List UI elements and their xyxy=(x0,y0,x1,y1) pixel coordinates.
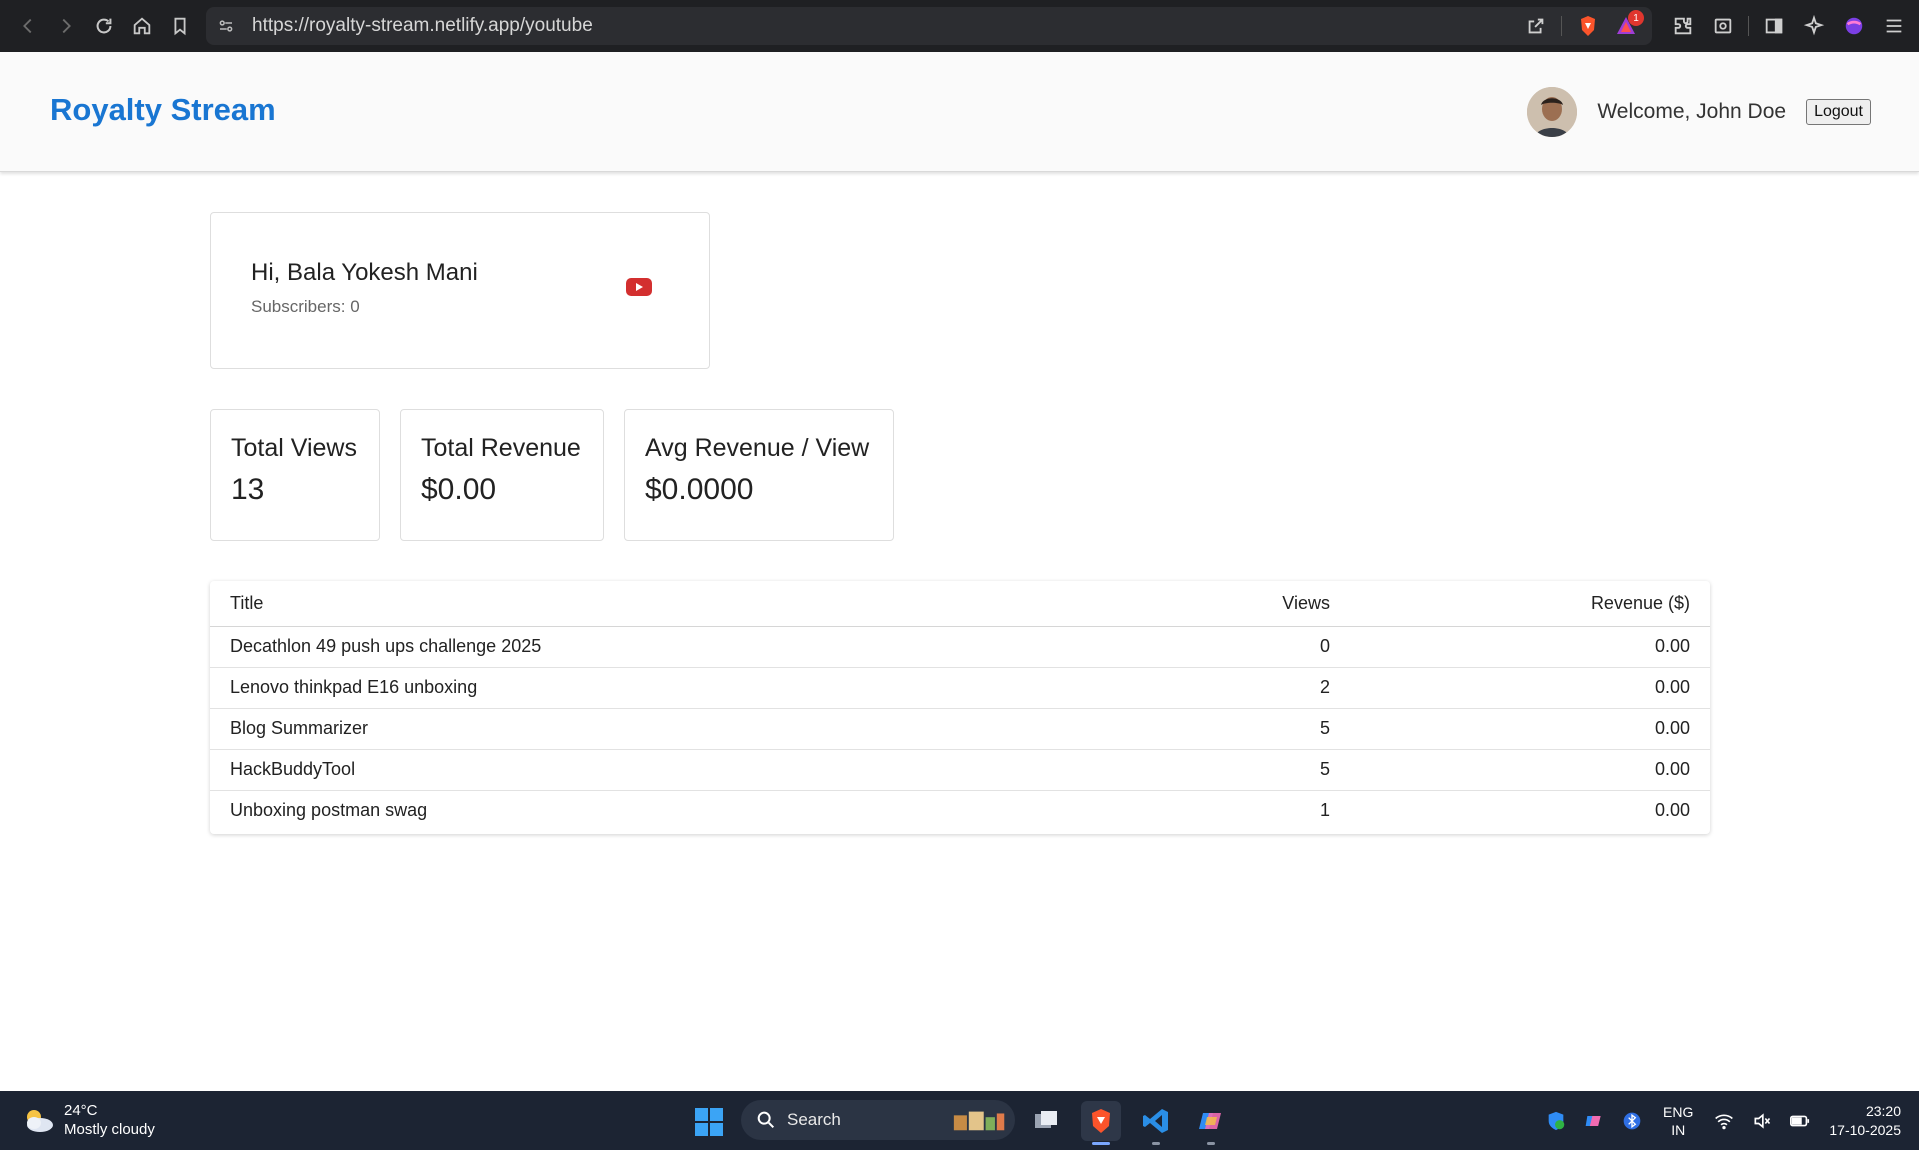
column-header-revenue: Revenue ($) xyxy=(1350,581,1710,627)
copilot-tray-icon[interactable] xyxy=(1581,1108,1607,1134)
vscode-icon[interactable] xyxy=(1136,1101,1176,1145)
cloudy-weather-icon xyxy=(20,1105,56,1135)
video-views: 0 xyxy=(1150,626,1350,668)
video-revenue: 0.00 xyxy=(1350,708,1710,750)
home-icon[interactable] xyxy=(124,8,160,44)
table-row: Decathlon 49 push ups challenge 2025 0 0… xyxy=(210,626,1710,668)
video-title: Blog Summarizer xyxy=(210,708,1150,750)
table-row: Unboxing postman swag 1 0.00 xyxy=(210,790,1710,831)
defender-icon[interactable] xyxy=(1543,1108,1569,1134)
youtube-icon xyxy=(626,278,652,296)
video-views: 1 xyxy=(1319,800,1330,821)
taskbar-search[interactable]: Search xyxy=(741,1100,1015,1140)
extensions-icon[interactable] xyxy=(1668,11,1698,41)
app-header: Royalty Stream Welcome, John Doe Logout xyxy=(0,52,1919,172)
videos-table: Title Views Revenue ($) Decathlon 49 pus… xyxy=(210,581,1710,831)
clock[interactable]: 23:20 17-10-2025 xyxy=(1829,1102,1901,1140)
table-header-row: Title Views Revenue ($) xyxy=(210,581,1710,627)
logout-button[interactable]: Logout xyxy=(1806,99,1871,125)
language-indicator[interactable]: ENG IN xyxy=(1663,1103,1693,1139)
brave-shield-icon[interactable] xyxy=(1576,14,1600,38)
brand-title[interactable]: Royalty Stream xyxy=(50,92,276,128)
stat-value: $0.00 xyxy=(421,473,497,506)
copilot-icon[interactable] xyxy=(1191,1101,1231,1145)
forward-icon[interactable] xyxy=(48,8,84,44)
stat-value: 13 xyxy=(231,473,265,506)
reader-mode-icon[interactable] xyxy=(1708,11,1738,41)
clock-time: 23:20 xyxy=(1865,1102,1901,1119)
region-code: IN xyxy=(1671,1121,1686,1138)
clock-date: 17-10-2025 xyxy=(1829,1121,1901,1138)
stat-label: Avg Revenue / View xyxy=(645,434,870,462)
sidebar-icon[interactable] xyxy=(1759,11,1789,41)
search-label: Search xyxy=(787,1110,841,1129)
bluetooth-icon[interactable] xyxy=(1619,1108,1645,1134)
profile-icon[interactable] xyxy=(1839,11,1869,41)
video-revenue: 0.00 xyxy=(1654,800,1690,821)
browser-toolbar: https://royalty-stream.netlify.app/youtu… xyxy=(0,0,1919,52)
video-title: Unboxing postman swag xyxy=(230,800,428,821)
table-row: HackBuddyTool 5 0.00 xyxy=(210,749,1710,791)
table-row: Lenovo thinkpad E16 unboxing 2 0.00 xyxy=(210,667,1710,709)
taskbar: 24°C Mostly cloudy Search ENG IN 23:20 1… xyxy=(0,1091,1919,1150)
stat-label: Total Revenue xyxy=(421,434,581,462)
reload-icon[interactable] xyxy=(86,8,122,44)
windows-start-icon[interactable] xyxy=(694,1107,724,1137)
menu-icon[interactable] xyxy=(1879,11,1909,41)
stat-avg-revenue: Avg Revenue / View $0.0000 xyxy=(624,409,894,541)
stat-total-revenue: Total Revenue $0.00 xyxy=(400,409,604,541)
weather-widget[interactable]: 24°C Mostly cloudy xyxy=(20,1101,155,1139)
channel-greeting: Hi, Bala Yokesh Mani xyxy=(251,259,478,286)
video-title: Lenovo thinkpad E16 unboxing xyxy=(210,667,1150,709)
video-revenue: 0.00 xyxy=(1350,626,1710,668)
column-header-views: Views xyxy=(1150,581,1350,627)
back-icon[interactable] xyxy=(10,8,46,44)
weather-condition: Mostly cloudy xyxy=(64,1121,155,1138)
stat-label: Total Views xyxy=(231,434,357,462)
video-title: Decathlon 49 push ups challenge 2025 xyxy=(210,626,1150,668)
search-highlight-icon xyxy=(953,1111,1005,1131)
video-revenue: 0.00 xyxy=(1350,749,1710,791)
stat-value: $0.0000 xyxy=(645,473,754,506)
address-bar[interactable]: https://royalty-stream.netlify.app/youtu… xyxy=(206,7,1652,45)
language-code: ENG xyxy=(1663,1103,1694,1120)
video-views: 2 xyxy=(1150,667,1350,709)
bookmark-icon[interactable] xyxy=(162,8,198,44)
site-settings-icon[interactable] xyxy=(216,16,236,36)
welcome-text: Welcome, John Doe xyxy=(1597,100,1787,123)
videos-table-card: Title Views Revenue ($) Decathlon 49 pus… xyxy=(210,581,1710,834)
system-tray: ENG IN 23:20 17-10-2025 xyxy=(1537,1091,1919,1150)
notification-badge: 1 xyxy=(1628,10,1644,26)
table-row: Blog Summarizer 5 0.00 xyxy=(210,708,1710,750)
url-text[interactable]: https://royalty-stream.netlify.app/youtu… xyxy=(252,15,593,37)
column-header-title: Title xyxy=(210,581,1150,627)
brave-rewards-icon[interactable]: 1 xyxy=(1614,10,1644,38)
task-view-icon[interactable] xyxy=(1026,1101,1066,1141)
search-icon xyxy=(757,1111,775,1129)
stat-total-views: Total Views 13 xyxy=(210,409,380,541)
user-area: Welcome, John Doe Logout xyxy=(1527,87,1871,137)
leo-ai-icon[interactable] xyxy=(1799,11,1829,41)
video-views: 5 xyxy=(1150,749,1350,791)
video-views: 5 xyxy=(1150,708,1350,750)
weather-temperature: 24°C xyxy=(64,1102,98,1119)
subscriber-count: Subscribers: 0 xyxy=(251,297,360,316)
wifi-icon[interactable] xyxy=(1711,1108,1737,1134)
channel-card: Hi, Bala Yokesh Mani Subscribers: 0 xyxy=(210,212,710,369)
brave-browser-icon[interactable] xyxy=(1081,1101,1121,1145)
video-title: HackBuddyTool xyxy=(210,749,1150,791)
video-revenue: 0.00 xyxy=(1350,667,1710,709)
volume-muted-icon[interactable] xyxy=(1749,1108,1775,1134)
share-icon[interactable] xyxy=(1525,15,1547,37)
avatar[interactable] xyxy=(1527,87,1578,137)
battery-icon[interactable] xyxy=(1787,1108,1813,1134)
